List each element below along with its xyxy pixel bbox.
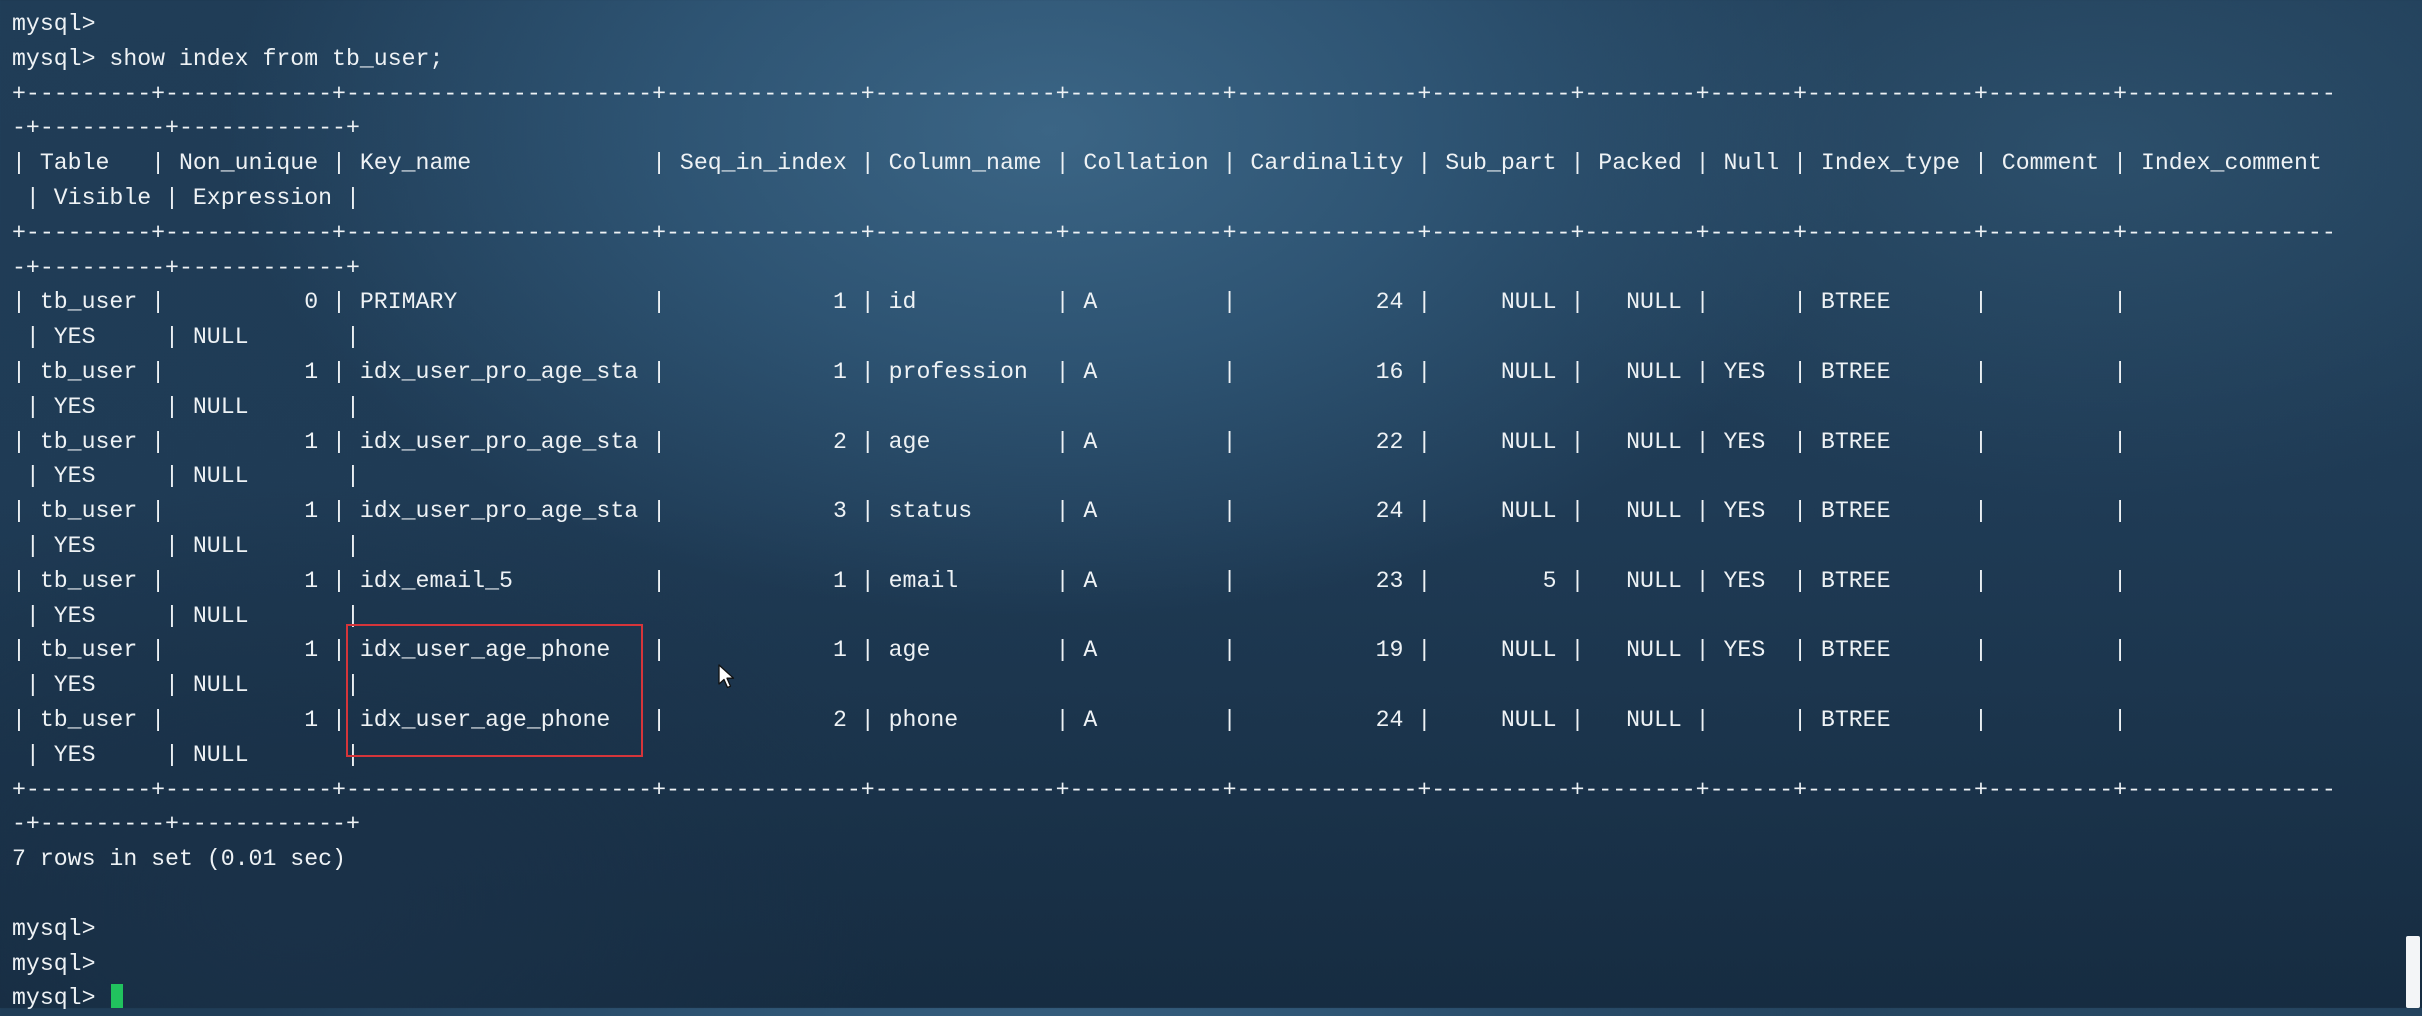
command-line: mysql> show index from tb_user; bbox=[12, 45, 444, 72]
terminal-output[interactable]: mysql> mysql> show index from tb_user; +--… bbox=[12, 7, 2336, 1016]
table-border: -+---------+------------+ bbox=[12, 115, 360, 142]
scrollbar-thumb[interactable] bbox=[2406, 936, 2420, 1008]
terminal-line: mysql> bbox=[12, 915, 96, 942]
table-row: | YES | NULL | bbox=[12, 324, 360, 351]
table-border: +---------+------------+----------------… bbox=[12, 776, 2336, 803]
table-border: +---------+------------+----------------… bbox=[12, 80, 2336, 107]
table-row: | tb_user | 0 | PRIMARY | 1 | id | A | 2… bbox=[12, 289, 2128, 316]
table-border: -+---------+------------+ bbox=[12, 811, 360, 838]
table-border: +---------+------------+----------------… bbox=[12, 219, 2336, 246]
prompt: mysql> bbox=[12, 985, 110, 1012]
result-summary: 7 rows in set (0.01 sec) bbox=[12, 846, 346, 873]
terminal-line: mysql> bbox=[12, 11, 96, 37]
mouse-pointer-icon bbox=[718, 664, 735, 689]
block-cursor bbox=[111, 984, 124, 1009]
table-row: | tb_user | 1 | idx_user_pro_age_sta | 1… bbox=[12, 358, 2128, 385]
table-header: | Table | Non_unique | Key_name | Seq_in… bbox=[12, 150, 2322, 177]
table-row: | tb_user | 1 | idx_user_pro_age_sta | 3… bbox=[12, 498, 2128, 525]
terminal-line: mysql> bbox=[12, 950, 96, 977]
table-border: -+---------+------------+ bbox=[12, 254, 360, 281]
table-row: | YES | NULL | bbox=[12, 532, 360, 559]
table-header: | Visible | Expression | bbox=[12, 184, 360, 211]
scrollbar[interactable] bbox=[2404, 0, 2422, 1008]
table-row: | tb_user | 1 | idx_user_pro_age_sta | 2… bbox=[12, 428, 2128, 455]
highlight-box bbox=[346, 624, 643, 757]
active-prompt-line[interactable]: mysql> bbox=[12, 981, 2336, 1016]
table-row: | YES | NULL | bbox=[12, 463, 360, 490]
table-row: | tb_user | 1 | idx_email_5 | 1 | email … bbox=[12, 567, 2128, 594]
table-row: | YES | NULL | bbox=[12, 393, 360, 420]
